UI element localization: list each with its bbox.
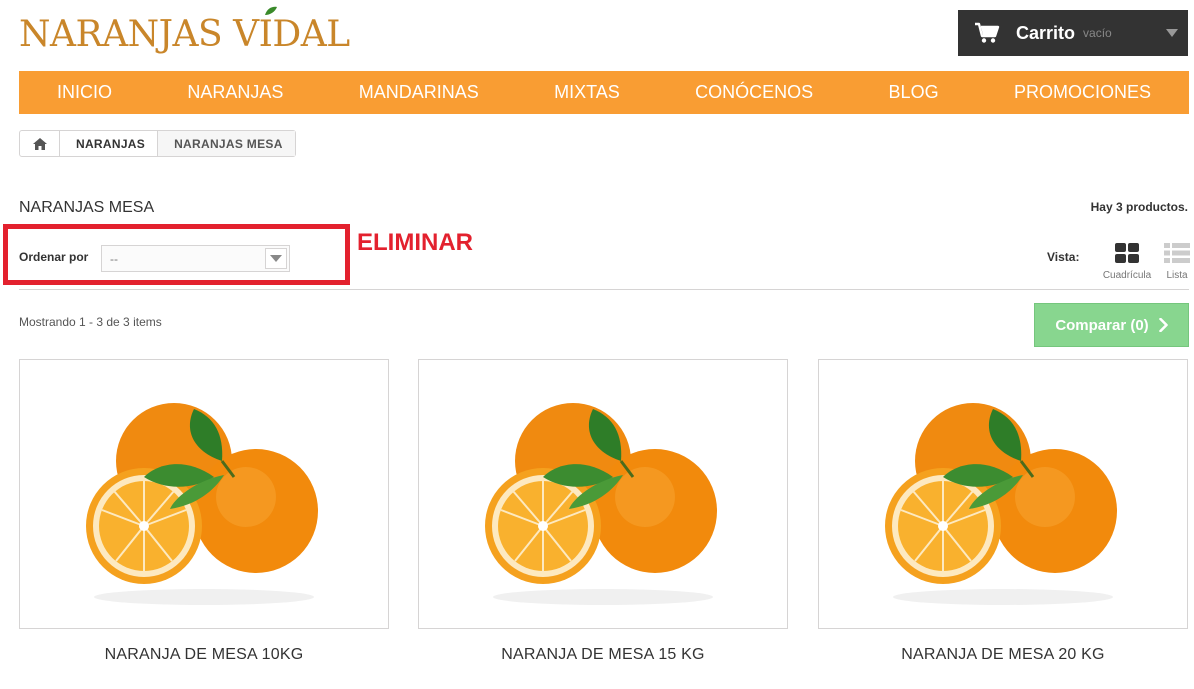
view-list-label: Lista [1166, 270, 1188, 281]
product-card[interactable]: NARANJA DE MESA 20 KG [818, 359, 1188, 664]
breadcrumb-item-current: NARANJAS MESA [158, 131, 295, 156]
chevron-down-icon [270, 254, 282, 262]
product-image[interactable] [19, 359, 389, 629]
oranges-image [86, 403, 318, 605]
cart-button[interactable]: Carrito vacío [958, 10, 1188, 56]
chevron-down-icon [1166, 29, 1178, 37]
nav-item-conocenos[interactable]: CONÓCENOS [695, 82, 813, 103]
nav-item-mandarinas[interactable]: MANDARINAS [359, 82, 479, 103]
chevron-right-icon [1158, 318, 1168, 332]
leaf-icon [265, 6, 277, 15]
product-name[interactable]: NARANJA DE MESA 20 KG [818, 646, 1188, 664]
nav-item-mixtas[interactable]: MIXTAS [554, 82, 620, 103]
product-card[interactable]: NARANJA DE MESA 15 KG [418, 359, 788, 664]
logo-text: NARANJAS VIDAL [19, 14, 350, 55]
breadcrumb: NARANJAS NARANJAS MESA [19, 130, 296, 157]
product-count: Hay 3 productos. [1090, 200, 1188, 214]
home-icon [32, 137, 47, 150]
product-name[interactable]: NARANJA DE MESA 10KG [19, 646, 389, 664]
nav-item-inicio[interactable]: INICIO [57, 82, 112, 103]
view-grid-label: Cuadrícula [1102, 270, 1152, 281]
page-title: NARANJAS MESA [19, 199, 155, 216]
compare-button[interactable]: Comparar (0) [1034, 303, 1189, 347]
sort-selected-value: -- [110, 251, 118, 266]
view-label: Vista: [1047, 250, 1080, 264]
showing-count: Mostrando 1 - 3 de 3 items [19, 315, 162, 329]
main-nav: INICIO NARANJAS MANDARINAS MIXTAS CONÓCE… [19, 71, 1189, 114]
cart-label: Carrito [1016, 22, 1076, 43]
nav-item-promociones[interactable]: PROMOCIONES [1014, 82, 1151, 103]
product-image[interactable] [818, 359, 1188, 629]
sort-dropdown-toggle[interactable] [265, 248, 287, 269]
nav-item-naranjas[interactable]: NARANJAS [187, 82, 283, 103]
cart-icon [975, 22, 1000, 43]
sort-label: Ordenar por [19, 250, 89, 264]
oranges-image [485, 403, 717, 605]
sort-select[interactable]: -- [101, 245, 290, 272]
breadcrumb-home[interactable] [20, 131, 60, 156]
product-name[interactable]: NARANJA DE MESA 15 KG [418, 646, 788, 664]
product-image[interactable] [418, 359, 788, 629]
site-logo[interactable]: NARANJAS VIDAL [19, 6, 350, 56]
list-icon [1164, 243, 1190, 263]
cart-status: vacío [1083, 26, 1112, 40]
compare-label: Comparar (0) [1055, 316, 1149, 334]
view-list-button[interactable]: Lista [1162, 243, 1192, 283]
nav-item-blog[interactable]: BLOG [889, 82, 939, 103]
grid-icon [1115, 243, 1139, 263]
oranges-image [885, 403, 1117, 605]
breadcrumb-item-naranjas[interactable]: NARANJAS [60, 131, 159, 156]
view-grid-button[interactable]: Cuadrícula [1100, 243, 1154, 283]
annotation-label: ELIMINAR [357, 229, 473, 256]
product-card[interactable]: NARANJA DE MESA 10KG [19, 359, 389, 664]
divider [19, 289, 1189, 290]
